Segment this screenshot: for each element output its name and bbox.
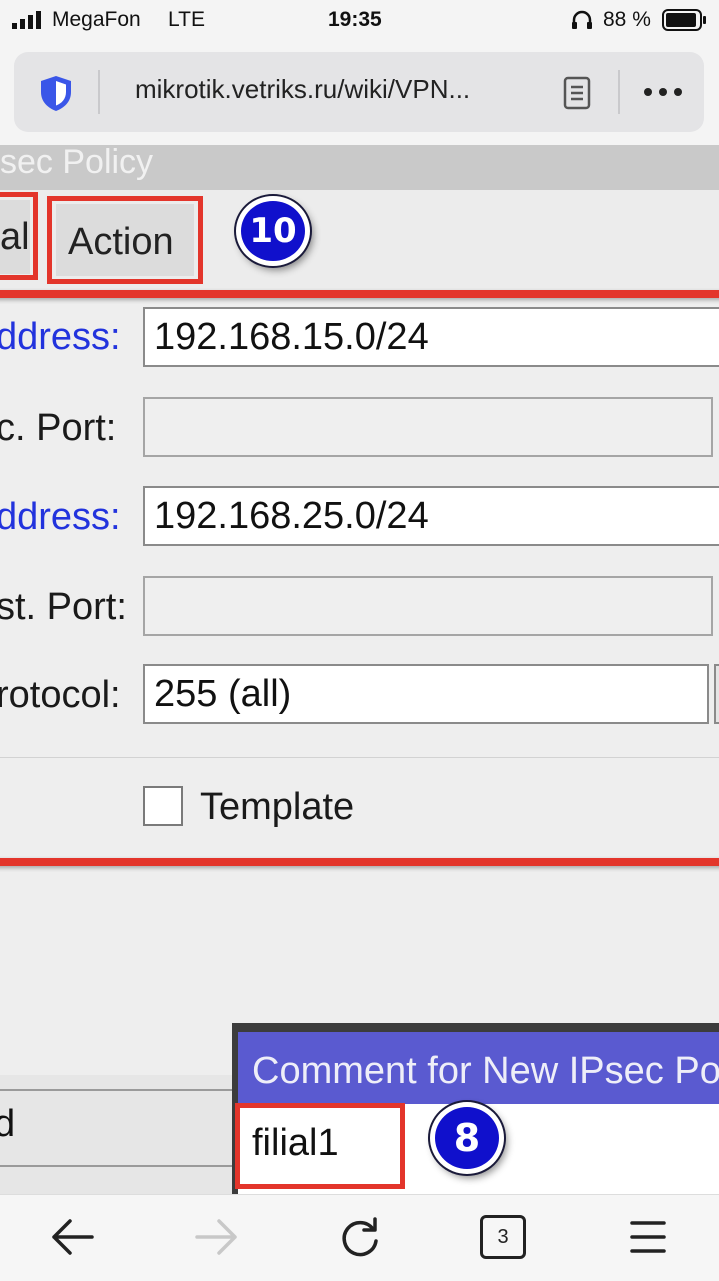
status-bar: MegaFon LTE 19:35 88 % xyxy=(0,0,719,40)
shield-icon[interactable] xyxy=(38,74,74,112)
highlight-line-bottom xyxy=(0,858,719,866)
template-label: Template xyxy=(200,786,355,828)
clock: 19:35 xyxy=(328,8,382,31)
divider xyxy=(98,70,100,114)
src-address-label: ddress: xyxy=(0,316,121,358)
list-item: d xyxy=(0,1103,16,1145)
protocol-dropdown-button[interactable] xyxy=(714,664,719,724)
highlight-frame xyxy=(0,192,38,280)
reload-icon[interactable] xyxy=(337,1215,383,1261)
battery-icon xyxy=(662,9,706,31)
background-window: d xyxy=(0,1075,236,1195)
dst-address-input[interactable]: 192.168.25.0/24 xyxy=(143,486,719,546)
dst-port-label: st. Port: xyxy=(0,586,127,628)
divider xyxy=(0,1089,236,1091)
highlight-line-top xyxy=(0,290,719,298)
forward-icon[interactable] xyxy=(193,1217,241,1257)
signal-icon xyxy=(12,11,41,29)
dialog-title: Comment for New IPsec Poli xyxy=(252,1050,719,1092)
reader-icon[interactable] xyxy=(563,76,591,110)
step-badge: 10 xyxy=(236,196,310,266)
browser-toolbar: 3 xyxy=(0,1194,719,1281)
template-checkbox[interactable] xyxy=(143,786,183,826)
url-text[interactable]: mikrotik.vetriks.ru/wiki/VPN... xyxy=(135,74,470,105)
protocol-label: rotocol: xyxy=(0,674,121,716)
divider xyxy=(618,70,620,114)
tabs-icon[interactable]: 3 xyxy=(480,1215,526,1259)
back-icon[interactable] xyxy=(48,1217,96,1257)
dst-address-label: ddress: xyxy=(0,496,121,538)
highlight-frame xyxy=(47,196,203,284)
battery-percent: 88 % xyxy=(603,8,651,31)
divider xyxy=(0,757,719,758)
network-type: LTE xyxy=(168,8,205,31)
highlight-frame xyxy=(235,1103,405,1189)
divider xyxy=(0,1165,236,1167)
src-port-input[interactable] xyxy=(143,397,713,457)
src-port-label: c. Port: xyxy=(0,407,117,449)
window-title: sec Policy xyxy=(0,143,154,181)
protocol-select[interactable]: 255 (all) xyxy=(143,664,709,724)
carrier-name: MegaFon xyxy=(52,8,141,31)
headphones-icon xyxy=(572,10,592,29)
step-badge: 8 xyxy=(430,1102,504,1174)
menu-icon[interactable] xyxy=(630,1219,666,1255)
src-address-input[interactable]: 192.168.15.0/24 xyxy=(143,307,719,367)
dst-port-input[interactable] xyxy=(143,576,713,636)
more-icon[interactable] xyxy=(642,86,684,98)
tab-count: 3 xyxy=(497,1226,509,1248)
